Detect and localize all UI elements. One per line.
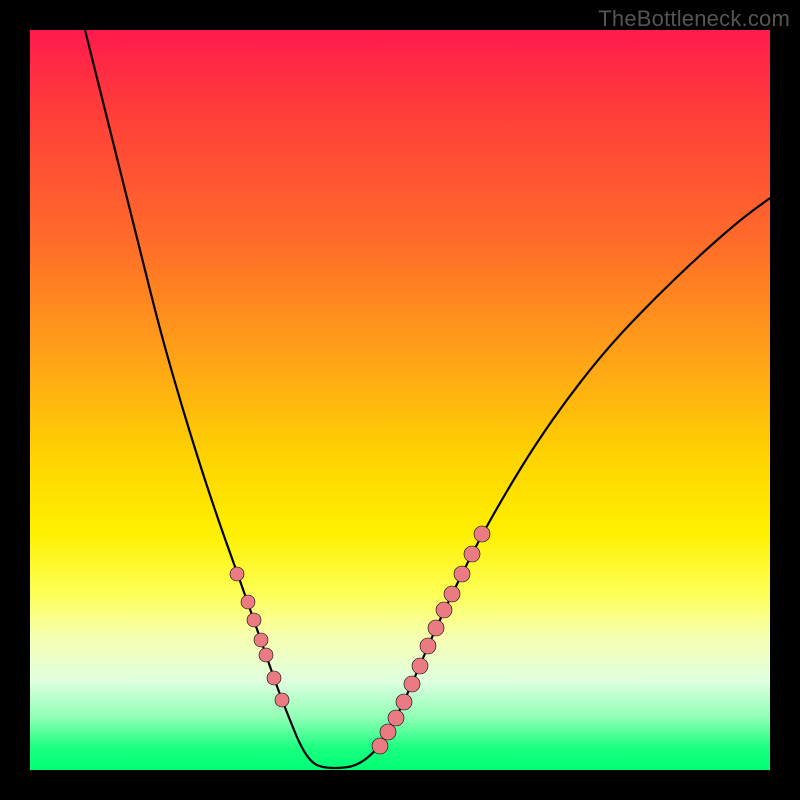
plot-area	[30, 30, 770, 770]
data-dot	[241, 595, 255, 609]
chart-frame: TheBottleneck.com	[0, 0, 800, 800]
data-dot	[444, 586, 460, 602]
data-dot	[372, 738, 388, 754]
data-dot	[380, 724, 396, 740]
data-dots-right	[372, 526, 490, 754]
data-dot	[464, 546, 480, 562]
watermark-text: TheBottleneck.com	[598, 6, 790, 32]
bottleneck-curve	[85, 30, 770, 768]
data-dot	[474, 526, 490, 542]
data-dot	[267, 671, 281, 685]
data-dot	[247, 613, 261, 627]
data-dot	[259, 648, 273, 662]
data-dot	[412, 658, 428, 674]
data-dot	[404, 676, 420, 692]
data-dot	[428, 620, 444, 636]
data-dot	[396, 694, 412, 710]
chart-svg	[30, 30, 770, 770]
data-dot	[454, 566, 470, 582]
data-dot	[388, 710, 404, 726]
data-dot	[230, 567, 244, 581]
data-dot	[436, 602, 452, 618]
data-dot	[254, 633, 268, 647]
data-dot	[420, 638, 436, 654]
data-dots-left	[230, 567, 289, 707]
data-dot	[275, 693, 289, 707]
